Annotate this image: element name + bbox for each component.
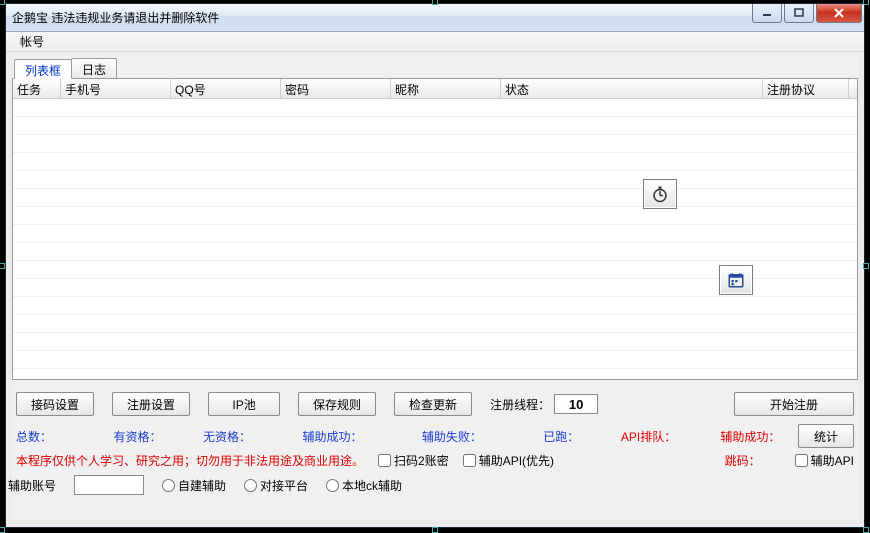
stat-skip-code: 跳码： [725,452,781,469]
check-update-button[interactable]: 检查更新 [394,392,472,416]
save-rule-button[interactable]: 保存规则 [298,392,376,416]
assist-row: 辅助账号 自建辅助 对接平台 本地ck辅助 [12,469,858,495]
table-row [13,207,857,225]
close-button[interactable] [816,4,862,23]
col-nickname[interactable]: 昵称 [391,79,501,98]
maximize-button[interactable] [784,4,814,23]
col-spacer [849,79,857,98]
table-row [13,351,857,369]
stat-ran: 已跑： [543,428,621,445]
radio-platform-assist-label: 对接平台 [260,477,308,494]
stat-total: 总数： [16,428,114,445]
col-password[interactable]: 密码 [281,79,391,98]
table-row [13,189,857,207]
tab-log[interactable]: 日志 [71,58,117,78]
window-title: 企鹅宝 违法违规业务请退出并删除软件 [12,9,219,26]
stat-unqualified: 无资格： [203,428,302,445]
radio-self-assist-label: 自建辅助 [178,477,226,494]
button-row: 接码设置 注册设置 IP池 保存规则 检查更新 注册线程： 开始注册 [12,386,858,420]
table-row [13,135,857,153]
assist-account-input[interactable] [74,475,144,495]
ip-pool-button[interactable]: IP池 [208,392,280,416]
data-grid[interactable]: 任务 手机号 QQ号 密码 昵称 状态 注册协议 [13,79,857,379]
stats-row: 总数： 有资格： 无资格： 辅助成功： 辅助失败： 已跑： API排队： 辅助成… [12,420,858,448]
radio-localck-assist[interactable]: 本地ck辅助 [326,477,402,494]
table-row [13,315,857,333]
minimize-button[interactable] [752,4,782,23]
check-assist-api-label: 辅助API [811,452,854,469]
col-reg-proto[interactable]: 注册协议 [763,79,849,98]
col-task[interactable]: 任务 [13,79,61,98]
menubar: 帐号 [6,32,864,52]
stat-assist-success2: 辅助成功： [720,428,798,445]
app-window: 企鹅宝 违法违规业务请退出并删除软件 帐号 列表框 日志 任务 手机号 [5,3,865,528]
titlebar[interactable]: 企鹅宝 违法违规业务请退出并删除软件 [6,4,864,32]
col-status[interactable]: 状态 [501,79,763,98]
window-controls [752,4,862,23]
check-assist-api[interactable]: 辅助API [795,452,854,469]
menu-account[interactable]: 帐号 [12,31,52,52]
reg-setting-button[interactable]: 注册设置 [112,392,190,416]
bottom-panel: 接码设置 注册设置 IP池 保存规则 检查更新 注册线程： 开始注册 总数： 有… [12,386,858,521]
col-qq[interactable]: QQ号 [171,79,281,98]
tab-panel-list: 任务 手机号 QQ号 密码 昵称 状态 注册协议 [12,78,858,380]
assist-account-label: 辅助账号 [8,477,56,494]
grid-header: 任务 手机号 QQ号 密码 昵称 状态 注册协议 [13,79,857,99]
tabstrip: 列表框 日志 [12,56,858,78]
thread-count-group: 注册线程： [490,394,598,414]
radio-platform-assist-input[interactable] [244,479,257,492]
tab-list[interactable]: 列表框 [14,59,72,79]
sms-setting-button[interactable]: 接码设置 [16,392,94,416]
table-row [13,225,857,243]
check-assist-api-priority-box[interactable] [463,454,476,467]
stat-assist-success: 辅助成功： [303,428,422,445]
table-row [13,171,857,189]
client-area: 列表框 日志 任务 手机号 QQ号 密码 昵称 状态 注册协议 [12,56,858,521]
stat-assist-fail: 辅助失败： [422,428,543,445]
stopwatch-icon-button[interactable] [643,179,677,209]
stats-button[interactable]: 统计 [798,424,854,448]
radio-self-assist[interactable]: 自建辅助 [162,477,226,494]
thread-count-label: 注册线程： [490,396,550,413]
table-row [13,243,857,261]
radio-self-assist-input[interactable] [162,479,175,492]
disclaimer-text: 本程序仅供个人学习、研究之用；切勿用于非法用途及商业用途。 [16,452,364,469]
check-assist-api-priority[interactable]: 辅助API(优先) [463,452,554,469]
radio-localck-assist-input[interactable] [326,479,339,492]
check-assist-api-box[interactable] [795,454,808,467]
disclaimer-row: 本程序仅供个人学习、研究之用；切勿用于非法用途及商业用途。 扫码2账密 辅助AP… [12,448,858,469]
stat-qualified: 有资格： [114,428,204,445]
table-row [13,117,857,135]
stat-api-queue: API排队： [621,428,720,445]
table-row [13,99,857,117]
table-row [13,153,857,171]
check-scan2pwd[interactable]: 扫码2账密 [378,452,449,469]
start-register-button[interactable]: 开始注册 [734,392,854,416]
thread-count-input[interactable] [554,394,598,414]
table-row [13,297,857,315]
check-assist-api-priority-label: 辅助API(优先) [479,452,554,469]
check-scan2pwd-label: 扫码2账密 [394,452,449,469]
col-phone[interactable]: 手机号 [61,79,171,98]
calendar-icon-button[interactable] [719,265,753,295]
radio-localck-assist-label: 本地ck辅助 [342,477,402,494]
table-row [13,333,857,351]
radio-platform-assist[interactable]: 对接平台 [244,477,308,494]
check-scan2pwd-box[interactable] [378,454,391,467]
